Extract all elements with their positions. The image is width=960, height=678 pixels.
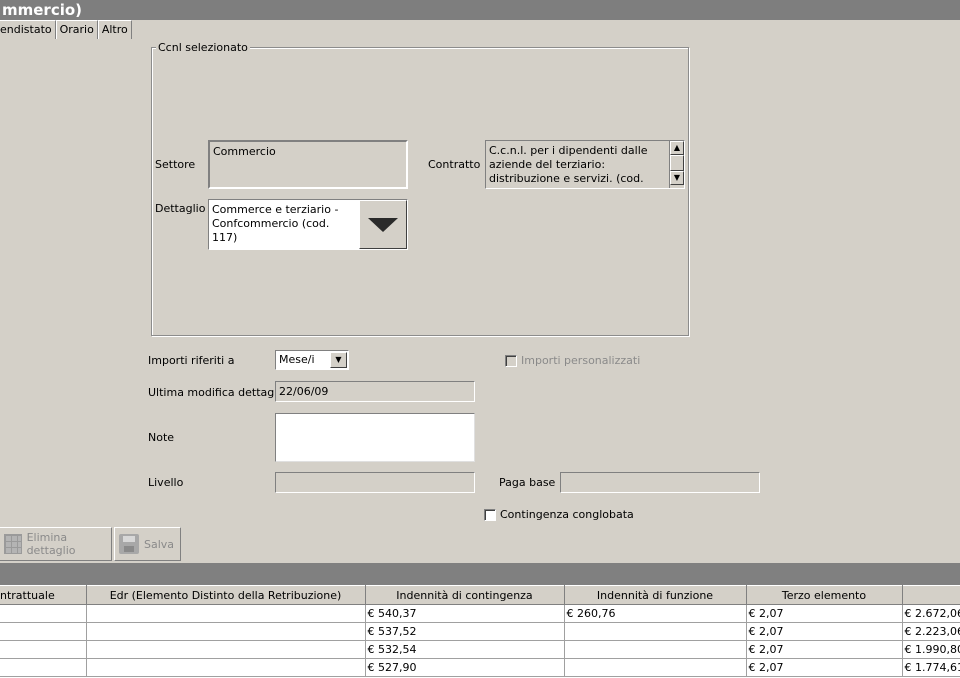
- table-caption-band: [0, 563, 960, 585]
- paga-base-field: [560, 472, 760, 493]
- paga-base-label: Paga base: [499, 476, 556, 489]
- table-cell: € 527,90: [365, 658, 565, 677]
- contratto-text: C.c.n.l. per i dipendenti dalle aziende …: [489, 144, 648, 188]
- table-cell: € 1.990,80: [902, 640, 960, 659]
- table-cell: [0, 604, 87, 623]
- livello-field: [275, 472, 475, 493]
- table-cell: € 540,37: [365, 604, 565, 623]
- table-cell: [0, 640, 87, 659]
- note-textarea[interactable]: [275, 413, 475, 462]
- col-header-contrattuale[interactable]: ntrattuale: [0, 585, 87, 605]
- table-cell: € 537,52: [365, 622, 565, 641]
- grid-delete-icon: [4, 534, 22, 554]
- ultima-modifica-field: 22/06/09: [275, 381, 475, 402]
- window-title: mmercio): [0, 0, 960, 20]
- elimina-dettaglio-label: Elimina dettaglio: [26, 531, 76, 557]
- contratto-label: Contratto: [428, 158, 481, 171]
- importi-select[interactable]: Mese/i ▼: [275, 350, 349, 370]
- importi-table: ntrattuale Edr (Elemento Distinto della …: [0, 585, 960, 678]
- table-cell: € 1.774,61: [902, 658, 960, 677]
- ccnl-fieldset: [151, 47, 689, 336]
- table-row[interactable]: € 527,90 € 2,07 € 1.774,61: [0, 658, 960, 677]
- table-cell: € 260,76: [564, 604, 747, 623]
- table-cell: [0, 658, 87, 677]
- settore-field: Commercio: [208, 140, 408, 189]
- dettaglio-label: Dettaglio: [155, 202, 206, 215]
- table-cell: [564, 622, 747, 641]
- dettaglio-text[interactable]: Commerce e terziario - Confcommercio (co…: [209, 200, 359, 249]
- dettaglio-dropdown-button[interactable]: [359, 200, 407, 249]
- table-cell: [86, 604, 366, 623]
- col-header-edr[interactable]: Edr (Elemento Distinto della Retribuzion…: [86, 585, 366, 605]
- table-cell: € 2,07: [746, 604, 903, 623]
- col-header-extra[interactable]: [902, 585, 960, 605]
- importi-selected-value[interactable]: Mese/i: [276, 351, 329, 369]
- tab-altro[interactable]: Altro: [97, 20, 132, 39]
- table-cell: [0, 622, 87, 641]
- ultima-modifica-label: Ultima modifica dettaglio: [148, 386, 288, 399]
- importi-personalizzati-checkbox: [505, 354, 517, 367]
- settore-label: Settore: [155, 158, 196, 171]
- contingenza-option[interactable]: Contingenza conglobata: [484, 508, 634, 521]
- chevron-down-icon[interactable]: ▼: [330, 352, 347, 368]
- table-cell: [564, 640, 747, 659]
- table-row[interactable]: € 540,37 € 260,76 € 2,07 € 2.672,06: [0, 604, 960, 623]
- table-cell: € 2.223,06: [902, 622, 960, 641]
- scroll-down-icon[interactable]: ▼: [670, 171, 684, 185]
- importi-label: Importi riferiti a: [148, 354, 235, 367]
- table-cell: [564, 658, 747, 677]
- table-cell: [86, 658, 366, 677]
- floppy-disk-icon: [119, 534, 139, 554]
- ccnl-legend: Ccnl selezionato: [156, 41, 250, 54]
- salva-label: Salva: [144, 537, 175, 551]
- dettaglio-combo[interactable]: Commerce e terziario - Confcommercio (co…: [208, 199, 408, 250]
- contingenza-checkbox[interactable]: [484, 508, 496, 521]
- col-header-funzione[interactable]: Indennità di funzione: [564, 585, 747, 605]
- table-cell: [86, 640, 366, 659]
- note-label: Note: [148, 431, 175, 444]
- col-header-terzo-elemento[interactable]: Terzo elemento: [746, 585, 903, 605]
- importi-personalizzati-option: Importi personalizzati: [505, 354, 640, 367]
- table-cell: € 2,07: [746, 658, 903, 677]
- triangle-down-icon: [368, 217, 398, 232]
- salva-button[interactable]: Salva: [114, 527, 181, 561]
- importi-personalizzati-label: Importi personalizzati: [521, 354, 641, 367]
- tab-strip: endistato Orario Altro: [0, 20, 132, 39]
- table-cell: € 2.672,06: [902, 604, 960, 623]
- table-cell: € 2,07: [746, 622, 903, 641]
- tab-orario[interactable]: Orario: [55, 20, 98, 39]
- elimina-dettaglio-button[interactable]: Elimina dettaglio: [0, 527, 112, 561]
- table-row[interactable]: € 532,54 € 2,07 € 1.990,80: [0, 640, 960, 659]
- scroll-thumb[interactable]: [670, 155, 684, 171]
- table-cell: € 532,54: [365, 640, 565, 659]
- table-cell: € 2,07: [746, 640, 903, 659]
- col-header-contingenza[interactable]: Indennità di contingenza: [365, 585, 565, 605]
- contratto-scrollbar[interactable]: ▲ ▼: [669, 141, 684, 188]
- scroll-up-icon[interactable]: ▲: [670, 141, 684, 155]
- tab-dipendente-stato[interactable]: endistato: [0, 20, 56, 39]
- table-cell: [86, 622, 366, 641]
- contingenza-label[interactable]: Contingenza conglobata: [500, 508, 634, 521]
- contratto-field: C.c.n.l. per i dipendenti dalle aziende …: [485, 140, 685, 189]
- livello-label: Livello: [148, 476, 184, 489]
- table-row[interactable]: € 537,52 € 2,07 € 2.223,06: [0, 622, 960, 641]
